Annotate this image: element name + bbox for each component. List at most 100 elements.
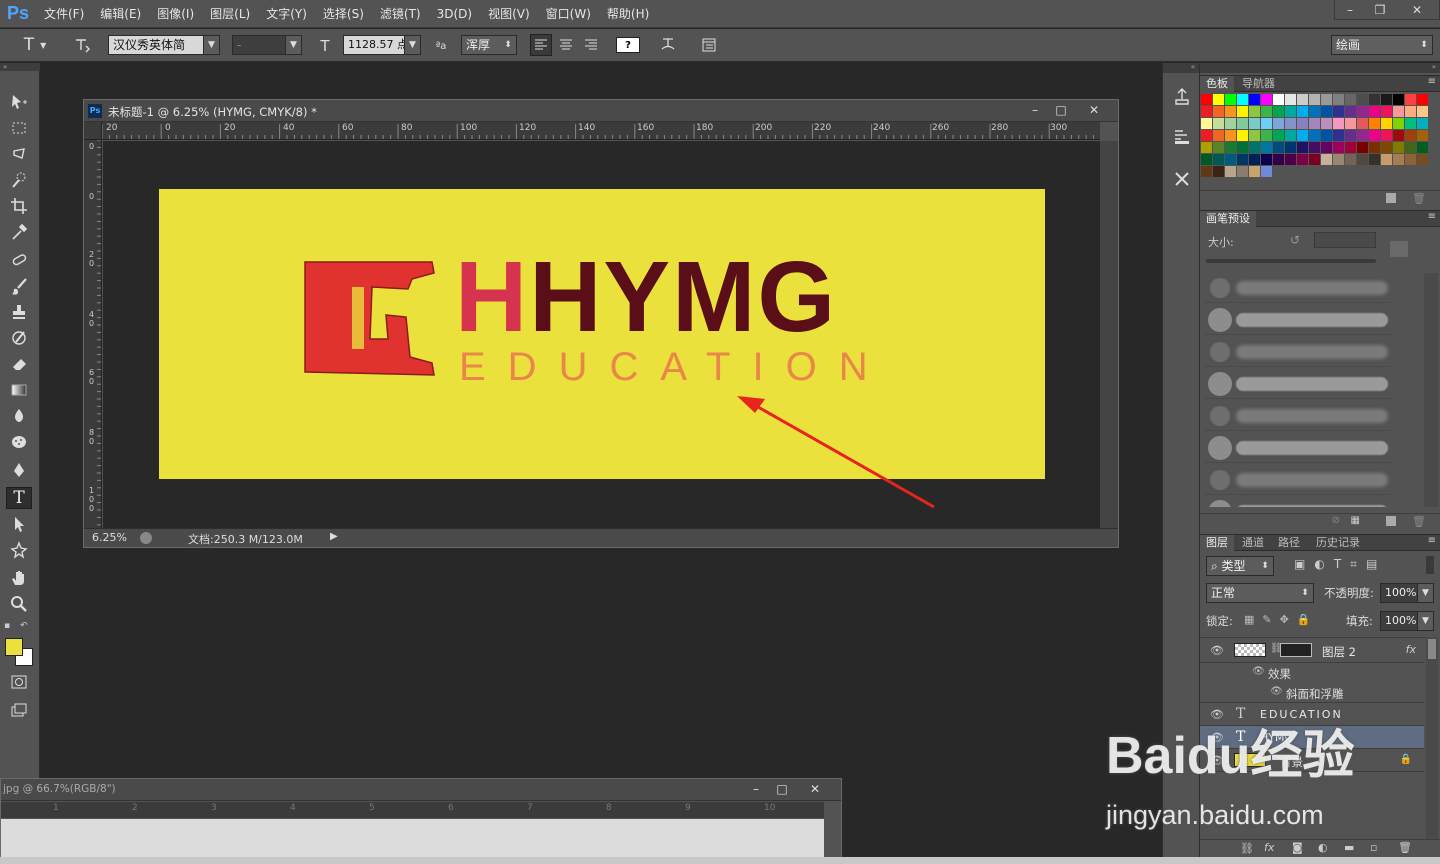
new-group-icon[interactable]: ▬ [1344,841,1354,854]
color-swatch[interactable] [1345,154,1356,165]
tab-channels[interactable]: 通道 [1236,535,1270,551]
character-panel-button[interactable] [697,34,721,56]
type-tool[interactable]: T [6,487,32,509]
color-swatch[interactable] [1285,106,1296,117]
layer-row[interactable]: 👁 T EDUCATION [1200,703,1424,726]
color-swatch[interactable] [1213,106,1224,117]
warp-text-button[interactable] [656,34,680,56]
color-swatch[interactable] [1417,142,1428,153]
color-swatch[interactable] [1261,166,1272,177]
tab-paths[interactable]: 路径 [1272,535,1306,551]
color-swatch[interactable] [1309,118,1320,129]
document-titlebar[interactable]: Ps 未标题-1 @ 6.25% (HYMG, CMYK/8) * – □ ✕ [84,100,1118,122]
clone-stamp-tool[interactable] [6,301,32,323]
color-swatch[interactable] [1369,142,1380,153]
opacity-input[interactable]: 100% ▼ [1380,583,1434,603]
vertical-scrollbar[interactable] [1100,141,1118,528]
quick-selection-tool[interactable] [6,169,32,191]
color-swatch[interactable] [1417,106,1428,117]
color-swatch[interactable] [1369,118,1380,129]
layer-effect-item[interactable]: 👁 斜面和浮雕 [1200,683,1424,703]
font-family-select[interactable]: 汉仪秀英体简 ▼ [108,35,220,55]
color-swatch[interactable] [1405,154,1416,165]
canvas-area[interactable]: HHYMG EDUCATION [103,141,1100,528]
ruler-origin[interactable] [84,122,102,140]
color-swatch[interactable] [1321,106,1332,117]
sponge-tool[interactable] [6,431,32,453]
color-swatch[interactable] [1297,106,1308,117]
color-swatch[interactable] [1357,94,1368,105]
color-swatch[interactable] [1261,106,1272,117]
restore-button[interactable]: ❐ [1365,0,1395,20]
color-swatch[interactable] [1393,142,1404,153]
color-swatch[interactable] [1261,118,1272,129]
color-swatch[interactable] [1333,106,1344,117]
color-swatch[interactable] [1369,106,1380,117]
lasso-tool[interactable] [6,143,32,165]
lock-options[interactable]: ▦✎✥🔒 [1244,613,1319,626]
color-swatch[interactable] [1213,118,1224,129]
status-info-icon[interactable] [140,532,152,544]
color-swatch[interactable] [1261,154,1272,165]
color-swatch[interactable] [1237,166,1248,177]
color-swatch[interactable] [1309,130,1320,141]
color-swatch[interactable] [1333,154,1344,165]
color-swatch[interactable] [1225,94,1236,105]
color-swatch[interactable] [1225,118,1236,129]
color-swatch[interactable] [1321,118,1332,129]
layer-effects-icon[interactable]: fx [1406,643,1416,656]
close-button[interactable]: ✕ [1395,0,1439,20]
color-swatch[interactable] [1237,130,1248,141]
brush-preset-item[interactable] [1204,273,1394,303]
color-swatch[interactable] [1213,166,1224,177]
color-swatch[interactable] [1309,106,1320,117]
tab-swatches[interactable]: 色板 [1200,76,1234,92]
panel-menu-icon[interactable]: ≡ [1428,535,1436,546]
color-swatch[interactable] [1285,94,1296,105]
add-mask-icon[interactable]: ◙ [1292,841,1303,854]
status-menu-arrow-icon[interactable]: ▶ [330,531,338,542]
marquee-tool[interactable] [6,117,32,139]
color-swatch[interactable] [1297,130,1308,141]
quick-mask-button[interactable] [6,671,32,693]
color-swatch[interactable] [1201,94,1212,105]
color-swatch[interactable] [1249,154,1260,165]
color-swatch[interactable] [1297,94,1308,105]
dock-tools-button[interactable] [1170,167,1194,191]
color-swatch[interactable] [1201,154,1212,165]
color-swatch[interactable] [1321,94,1332,105]
secondary-doc-titlebar[interactable]: jpg @ 66.7%(RGB/8") – □ ✕ [1,779,841,801]
fill-input[interactable]: 100% ▼ [1380,611,1434,631]
brush-preset-item[interactable] [1204,305,1394,335]
color-swatch[interactable] [1333,130,1344,141]
tab-navigator[interactable]: 导航器 [1236,76,1281,92]
color-swatch[interactable] [1345,106,1356,117]
brush-list-scrollbar[interactable] [1424,273,1438,507]
font-size-input[interactable]: 1128.57 点 ▼ [343,35,421,55]
align-center-button[interactable] [555,34,577,56]
color-swatch[interactable] [1201,142,1212,153]
filter-toggle[interactable] [1426,556,1434,574]
default-colors-swap[interactable]: ▪ ↶ [4,621,34,633]
color-swatch[interactable] [1381,154,1392,165]
layer-row[interactable]: 👁 ⛓ 图层 2 fx [1200,638,1424,663]
color-swatch[interactable] [1213,130,1224,141]
screen-mode-button[interactable] [6,699,32,721]
color-swatch[interactable] [1309,94,1320,105]
color-swatch[interactable] [1273,130,1284,141]
color-swatch[interactable] [1249,130,1260,141]
menu-3d[interactable]: 3D(D) [429,0,480,28]
doc-minimize-button[interactable]: – [1022,101,1048,119]
menu-view[interactable]: 视图(V) [480,0,538,28]
horizontal-ruler[interactable]: 20 0 20 40 60 80 100 120 140 160 180 200 220 240 260 28… [102,122,1100,140]
color-swatch[interactable] [1285,118,1296,129]
minimize-button[interactable]: – [1335,0,1365,20]
color-swatch[interactable] [1273,154,1284,165]
hand-tool[interactable] [6,567,32,589]
artboard[interactable]: HHYMG EDUCATION [159,189,1045,509]
color-swatch[interactable] [1273,94,1284,105]
color-swatch[interactable] [1369,130,1380,141]
panel-menu-icon[interactable]: ≡ [1428,76,1436,87]
brush-preset-item[interactable] [1204,401,1394,431]
color-swatch[interactable] [1345,142,1356,153]
